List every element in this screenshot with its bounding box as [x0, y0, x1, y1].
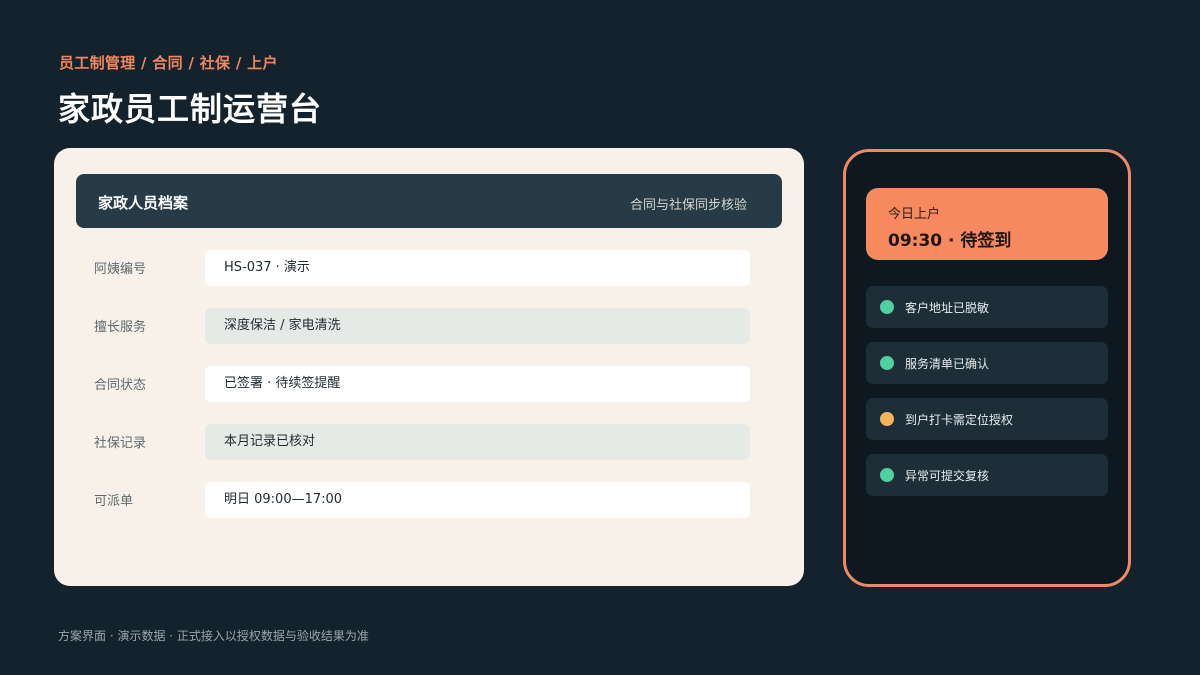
status-item-location-auth[interactable]: 到户打卡需定位授权	[866, 398, 1108, 440]
dispatch-availability-field[interactable]: 明日 09:00—17:00	[205, 482, 750, 518]
contract-status-field[interactable]: 已签署 · 待续签提醒	[205, 366, 750, 402]
field-label: 社保记录	[94, 436, 147, 451]
worker-profile-card: 家政人员档案 合同与社保同步核验 阿姨编号 HS-037 · 演示 擅长服务 深…	[54, 148, 804, 586]
checkin-value: 09:30 · 待签到	[888, 231, 1012, 251]
social-insurance-field[interactable]: 本月记录已核对	[205, 424, 750, 460]
checkin-card[interactable]: 今日上户 09:30 · 待签到	[866, 188, 1108, 260]
field-row-social-insurance: 社保记录 本月记录已核对	[54, 424, 804, 460]
checkin-label: 今日上户	[888, 207, 941, 222]
worker-id-field[interactable]: HS-037 · 演示	[205, 250, 750, 286]
status-item-service-list[interactable]: 服务清单已确认	[866, 342, 1108, 384]
field-label: 阿姨编号	[94, 262, 147, 277]
services-field[interactable]: 深度保洁 / 家电清洗	[205, 308, 750, 344]
field-label: 擅长服务	[94, 320, 147, 335]
status-item-address[interactable]: 客户地址已脱敏	[866, 286, 1108, 328]
status-dot-icon	[880, 412, 894, 426]
status-text: 到户打卡需定位授权	[905, 413, 1014, 427]
field-label: 合同状态	[94, 378, 147, 393]
status-item-review[interactable]: 异常可提交复核	[866, 454, 1108, 496]
status-dot-icon	[880, 468, 894, 482]
status-text: 异常可提交复核	[905, 469, 990, 483]
page-title: 家政员工制运营台	[58, 90, 323, 128]
field-row-worker-id: 阿姨编号 HS-037 · 演示	[54, 250, 804, 286]
status-dot-icon	[880, 356, 894, 370]
field-row-services: 擅长服务 深度保洁 / 家电清洗	[54, 308, 804, 344]
breadcrumb: 员工制管理 / 合同 / 社保 / 上户	[59, 54, 278, 72]
field-row-dispatch: 可派单 明日 09:00—17:00	[54, 482, 804, 518]
status-text: 服务清单已确认	[905, 357, 990, 371]
field-label: 可派单	[94, 494, 134, 509]
footer-note: 方案界面 · 演示数据 · 正式接入以授权数据与验收结果为准	[58, 629, 369, 643]
status-text: 客户地址已脱敏	[905, 301, 990, 315]
profile-card-header: 家政人员档案 合同与社保同步核验	[76, 174, 782, 228]
field-row-contract-status: 合同状态 已签署 · 待续签提醒	[54, 366, 804, 402]
mobile-preview: 今日上户 09:30 · 待签到 客户地址已脱敏 服务清单已确认 到户打卡需定位…	[843, 149, 1131, 587]
page: 员工制管理 / 合同 / 社保 / 上户 家政员工制运营台 家政人员档案 合同与…	[0, 0, 1200, 675]
status-dot-icon	[880, 300, 894, 314]
profile-card-title: 家政人员档案	[98, 194, 189, 212]
profile-card-subtitle: 合同与社保同步核验	[629, 198, 747, 213]
